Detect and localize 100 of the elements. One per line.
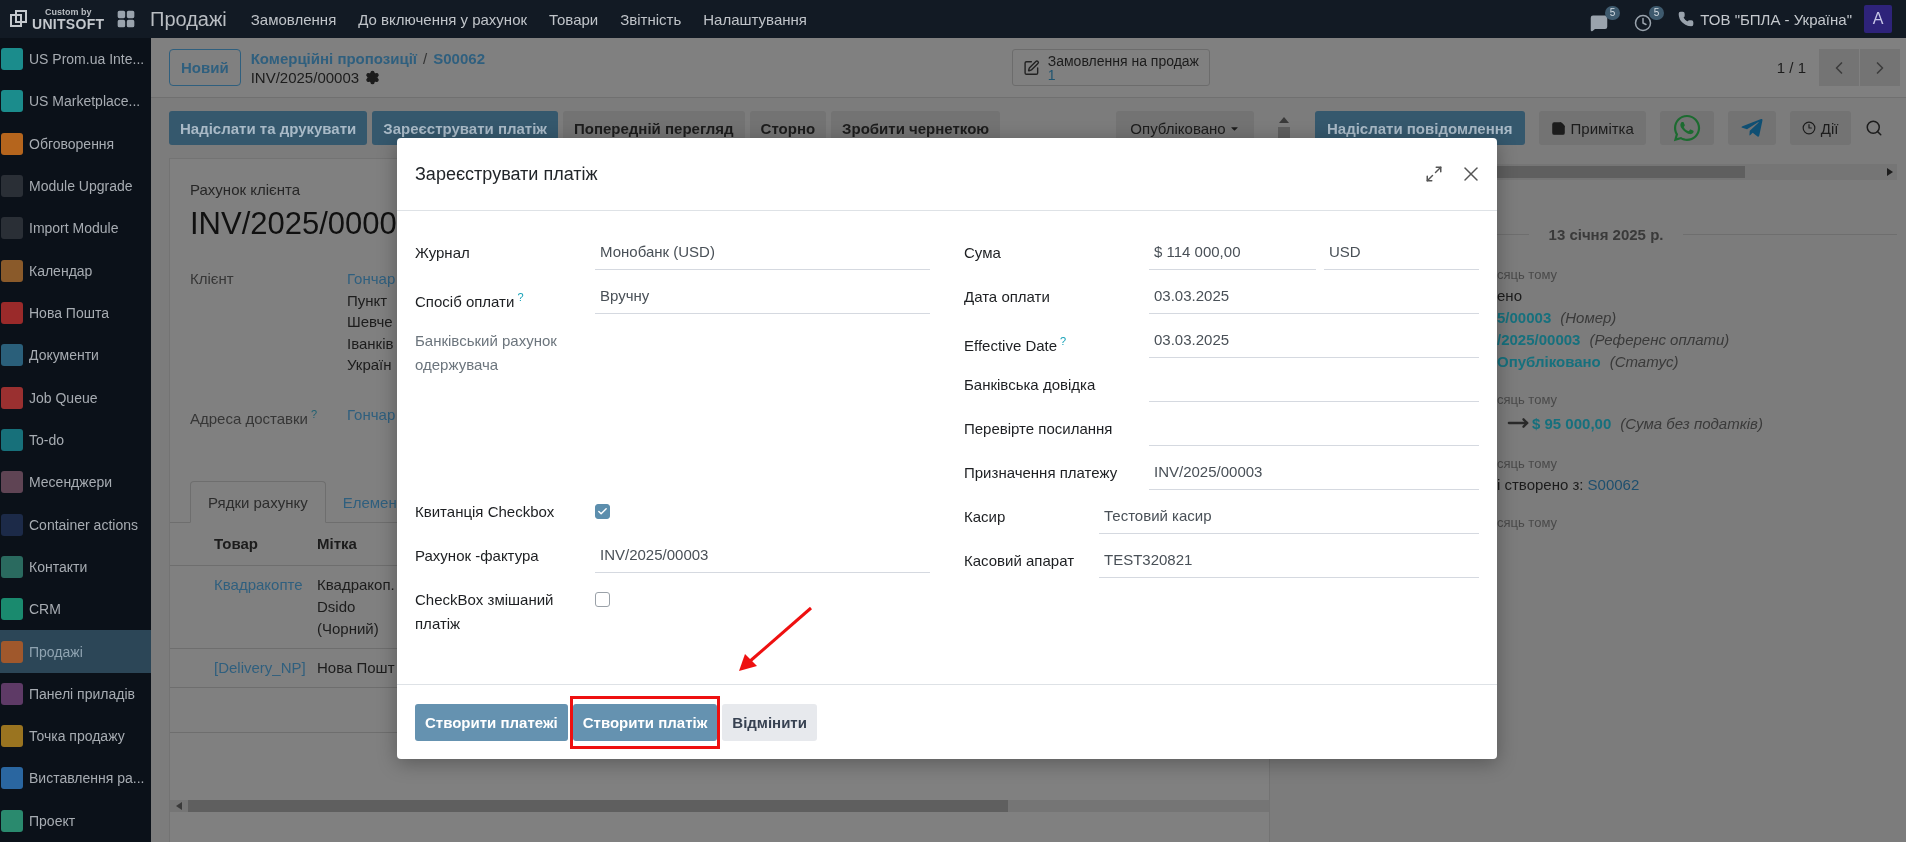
document-title: INV/2025/0000 (190, 206, 398, 242)
action-button[interactable]: Надіслати та друкувати (169, 111, 368, 145)
field-label: Спосіб оплати $^{?}$ (415, 290, 525, 312)
sidebar-item[interactable]: Календар (0, 249, 151, 292)
address-line: Іванків (347, 333, 394, 354)
messages-button[interactable]: 5 (1590, 6, 1621, 32)
sidebar-item[interactable]: Job Queue (0, 376, 151, 419)
tracked-field: (Сума без податків) (1620, 414, 1763, 432)
address-line: Шевче (347, 312, 393, 332)
input-field[interactable]: INV/2025/00003 (595, 539, 930, 573)
input-field[interactable]: 03.03.2025 (1149, 280, 1479, 314)
field-label: CheckBox змішаний платіж (415, 590, 555, 634)
sidebar-item[interactable]: Import Module (0, 207, 151, 250)
field-label: Касовий апарат (964, 551, 1076, 571)
checkbox[interactable] (595, 504, 610, 519)
table-cell-text: Нова Пошт (317, 658, 395, 678)
column-header: Товар (214, 534, 258, 554)
record-name: INV/2025/00003 (250, 67, 360, 87)
sidebar-item[interactable]: US Marketplace... (0, 80, 151, 123)
brand-name: UNITSOFT (32, 16, 105, 31)
sidebar-item[interactable]: US Prom.ua Inte... (0, 38, 151, 81)
pager-value: 1 / 1 (1776, 59, 1806, 76)
message-text: ено (1497, 287, 1522, 304)
checkbox[interactable] (595, 592, 610, 607)
field-label: Дата оплати (964, 287, 1051, 307)
sidebar-item[interactable]: To-do (0, 418, 151, 462)
sidebar-item[interactable]: Обговорення (0, 122, 151, 165)
sidebar-item[interactable]: Документи (0, 334, 151, 377)
paper-plane-icon (1739, 116, 1764, 140)
input-field[interactable]: Вручну (595, 280, 930, 314)
field-label: Адреса доставки $^{?}$ (190, 406, 318, 429)
menu-item[interactable]: Товари (549, 10, 599, 28)
address-line: Пункт (347, 290, 388, 311)
currency-field[interactable]: USD (1324, 236, 1479, 270)
scroll-thumb[interactable] (188, 800, 1008, 812)
apps-menu-icon[interactable] (116, 9, 136, 29)
sidebar-item[interactable]: Виставлення ра... (0, 757, 151, 800)
expand-button[interactable] (1425, 165, 1443, 183)
sidebar-item[interactable]: Продажі (0, 630, 151, 673)
amount-field[interactable]: $ 114 000,00 (1149, 236, 1316, 270)
sidebar-item[interactable]: Контакти (0, 545, 151, 589)
document-type: Рахунок клієнта (190, 181, 301, 198)
field-label: Квитанція Checkbox (415, 502, 556, 522)
field-label: Журнал (415, 243, 471, 263)
dialog-button[interactable]: Відмінити (722, 703, 817, 741)
sidebar-item[interactable]: Точка продажу (0, 715, 151, 758)
column-header: Мітка (317, 534, 357, 554)
field-label: Рахунок -фактура (415, 546, 540, 566)
chatter-button[interactable]: Дії (1789, 111, 1851, 145)
field-label: Перевірте посилання (964, 419, 1114, 439)
dialog-title: Зареєструвати платіж (415, 163, 599, 185)
app-name[interactable]: Продажі (150, 7, 227, 31)
sidebar-item[interactable]: Проект (0, 799, 151, 842)
input-field[interactable]: INV/2025/00003 (1149, 456, 1479, 490)
input-field[interactable]: 03.03.2025 (1149, 324, 1479, 358)
activities-button[interactable]: 5 (1634, 6, 1665, 32)
tracked-value: Опубліковано (1497, 353, 1601, 370)
tracked-field: (Референс оплати) (1589, 331, 1730, 348)
sidebar-item[interactable]: Container actions (0, 503, 151, 546)
input-field[interactable]: Монобанк (USD) (595, 236, 930, 270)
sidebar-item[interactable]: Месенджери (0, 461, 151, 504)
menu-item[interactable]: Звітність (620, 10, 682, 28)
note-icon (1550, 120, 1566, 136)
edit-icon (1023, 57, 1040, 78)
phone-bubble-icon (1671, 113, 1702, 143)
expand-icon (1425, 165, 1443, 183)
field-label: Банківський рахунок одержувача (415, 331, 558, 375)
menu-item[interactable]: До включення у рахунок (358, 10, 528, 28)
menu-item[interactable]: Налаштування (703, 10, 807, 28)
brand-caption: Custom by (44, 7, 92, 17)
tracked-field: (Номер) (1560, 309, 1617, 326)
tab[interactable]: Рядки рахунку (190, 481, 326, 523)
messenger-button[interactable] (1727, 111, 1776, 145)
field-label: Клієнт (190, 269, 234, 289)
menu-item[interactable]: Замовлення (250, 10, 337, 28)
message-text: і створено з: (1497, 476, 1584, 493)
chatter-button[interactable]: Примітка (1538, 111, 1646, 145)
sidebar-item[interactable]: Нова Пошта (0, 291, 151, 335)
company-switcher[interactable]: ТОВ "БПЛА - Україна" (1700, 10, 1852, 28)
field-label: Призначення платежу (964, 463, 1119, 483)
logo-icon (10, 10, 28, 28)
user-avatar[interactable]: A (1864, 5, 1892, 33)
field-label: Effective Date $^{?}$ (964, 334, 1068, 356)
field-label: Сума (964, 243, 1002, 263)
sidebar-item[interactable]: Панелі приладів (0, 672, 151, 715)
tracked-value: 5/00003 (1497, 309, 1552, 326)
date-separator: 13 січня 2025 р. (1548, 226, 1664, 243)
tracked-field: (Статус) (1609, 353, 1679, 370)
field-label: Касир (964, 507, 1007, 527)
field-label: Банківська довідка (964, 375, 1097, 395)
input-field[interactable]: TEST320821 (1099, 544, 1479, 578)
sidebar-item[interactable]: Module Upgrade (0, 164, 151, 208)
tracked-value: $ 95 000,00 (1532, 414, 1612, 432)
settings-icon[interactable] (365, 69, 381, 85)
search-icon[interactable] (1864, 119, 1883, 137)
clock-icon (1801, 121, 1816, 135)
sidebar-item[interactable]: CRM (0, 588, 151, 631)
smart-button[interactable]: Замовлення на продаж 1 (1012, 49, 1210, 86)
input-field[interactable]: Тестовий касир (1099, 500, 1479, 534)
phone-icon[interactable] (1678, 11, 1695, 27)
